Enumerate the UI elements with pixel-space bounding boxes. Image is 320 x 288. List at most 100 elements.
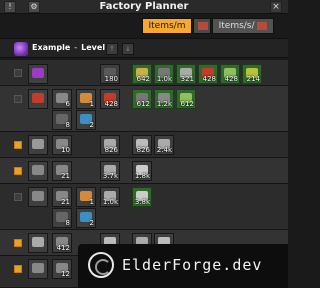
production-line-row: 21 1 1.0k 3.8k 8 2 — [0, 184, 288, 230]
item-amount: 826 — [136, 146, 150, 154]
production-line-row: 6 1 428 612 1.2k 612 8 2 — [0, 86, 288, 132]
item-amount: 428 — [104, 100, 118, 108]
item-amount: 214 — [246, 75, 260, 83]
ingredient-slot[interactable]: 321 — [176, 64, 196, 84]
line-done-checkbox[interactable] — [14, 265, 22, 273]
line-done-checkbox[interactable] — [14, 239, 22, 247]
item-slot[interactable] — [28, 259, 48, 279]
production-line-row: 10 826 826 2.4k — [0, 132, 288, 158]
item-slot[interactable]: 1 — [76, 187, 96, 207]
item-slot[interactable]: 1.0k — [100, 187, 120, 207]
item-amount: 1.0k — [102, 198, 118, 206]
item-slot[interactable] — [28, 135, 48, 155]
item-amount: 428 — [224, 75, 238, 83]
item-amount: 1.0k — [156, 75, 172, 83]
item-slot[interactable]: 8 — [52, 110, 72, 130]
item-slot[interactable] — [28, 233, 48, 253]
item-slot[interactable]: 180 — [100, 64, 120, 84]
item-icon — [32, 191, 44, 201]
item-amount: 1 — [89, 100, 94, 108]
items-per-second-tab[interactable]: Items/s/ — [212, 18, 274, 34]
item-slot[interactable] — [28, 89, 48, 109]
level-down-button[interactable]: ↓ — [122, 43, 134, 55]
ingredient-slot[interactable]: 428 — [220, 64, 240, 84]
item-amount: 21 — [61, 172, 70, 180]
item-amount: 642 — [136, 75, 150, 83]
item-slot[interactable]: 412 — [52, 233, 72, 253]
production-line-row: 21 3.7k 1.8k — [0, 158, 288, 184]
item-slot[interactable]: 1.8k — [132, 161, 152, 181]
science-pack-icon — [14, 42, 28, 56]
subfactory-header: Example - Level 1 ↑ ↓ — [0, 38, 288, 58]
item-amount: 2 — [89, 121, 94, 129]
item-amount: 21 — [61, 198, 70, 206]
ingredient-slot[interactable]: 1.0k — [154, 64, 174, 84]
item-slot[interactable]: 10 — [52, 135, 72, 155]
rate-mode-bar: Items/m Items/s/ — [0, 16, 288, 36]
watermark-logo-icon — [88, 252, 114, 278]
title-bar: ! ⚙ Factory Planner × — [0, 0, 288, 14]
item-icon — [32, 93, 44, 103]
ingredient-slot[interactable]: 1.2k — [154, 89, 174, 109]
line-done-checkbox[interactable] — [14, 95, 22, 103]
item-icon — [32, 263, 44, 273]
item-slot[interactable]: 826 — [100, 135, 120, 155]
item-slot[interactable]: 21 — [52, 161, 72, 181]
separator: - — [74, 43, 78, 52]
production-line-row: 180 642 1.0k 321 428 428 214 — [0, 60, 288, 86]
window-title: Factory Planner — [99, 1, 189, 12]
line-done-checkbox[interactable] — [14, 167, 22, 175]
item-amount: 412 — [56, 244, 70, 252]
ingredient-slot[interactable]: 612 — [176, 89, 196, 109]
item-amount: 612 — [136, 100, 150, 108]
item-slot[interactable] — [28, 187, 48, 207]
item-amount: 8 — [65, 219, 70, 227]
item-amount: 180 — [104, 75, 118, 83]
ingredient-slot[interactable]: 612 — [132, 89, 152, 109]
item-amount: 12 — [61, 270, 70, 278]
item-slot[interactable] — [28, 161, 48, 181]
item-amount: 8 — [65, 121, 70, 129]
item-amount: 10 — [61, 146, 70, 154]
item-slot[interactable]: 2.4k — [154, 135, 174, 155]
item-icon — [32, 237, 44, 247]
watermark: ElderForge.dev — [78, 244, 288, 288]
item-slot[interactable]: 3.7k — [100, 161, 120, 181]
line-done-checkbox[interactable] — [14, 69, 22, 77]
item-slot[interactable]: 428 — [100, 89, 120, 109]
level-up-button[interactable]: ↑ — [106, 43, 118, 55]
ingredient-slot[interactable]: 214 — [242, 64, 262, 84]
item-slot[interactable]: 6 — [52, 89, 72, 109]
item-amount: 3.8k — [134, 198, 150, 206]
item-amount: 2.4k — [156, 146, 172, 154]
item-slot[interactable]: 12 — [52, 259, 72, 279]
item-slot[interactable] — [28, 64, 48, 84]
items-per-minute-tab[interactable]: Items/m — [142, 18, 192, 34]
ingredient-slot[interactable]: 3.8k — [132, 187, 152, 207]
belts-mode-tab[interactable] — [193, 18, 211, 34]
item-slot[interactable]: 8 — [52, 208, 72, 228]
item-amount: 428 — [202, 75, 216, 83]
item-amount: 1.2k — [156, 100, 172, 108]
item-icon — [32, 139, 44, 149]
line-done-checkbox[interactable] — [14, 141, 22, 149]
ingredient-slot[interactable]: 428 — [198, 64, 218, 84]
close-button[interactable]: × — [270, 1, 282, 13]
item-amount: 2 — [89, 219, 94, 227]
item-slot[interactable]: 2 — [76, 208, 96, 228]
item-slot[interactable]: 2 — [76, 110, 96, 130]
item-amount: 612 — [180, 100, 194, 108]
line-done-checkbox[interactable] — [14, 193, 22, 201]
item-icon — [257, 22, 268, 30]
item-slot[interactable]: 826 — [132, 135, 152, 155]
subfactory-label: Example - Level 1 — [32, 43, 113, 52]
item-amount: 1 — [89, 198, 94, 206]
item-slot[interactable]: 1 — [76, 89, 96, 109]
item-amount: 1.8k — [134, 172, 150, 180]
item-slot[interactable]: 21 — [52, 187, 72, 207]
ingredient-slot[interactable]: 642 — [132, 64, 152, 84]
item-amount: 321 — [180, 75, 194, 83]
items-per-second-label: Items/s/ — [218, 21, 255, 31]
belt-icon — [198, 22, 208, 30]
watermark-text: ElderForge.dev — [122, 256, 263, 274]
